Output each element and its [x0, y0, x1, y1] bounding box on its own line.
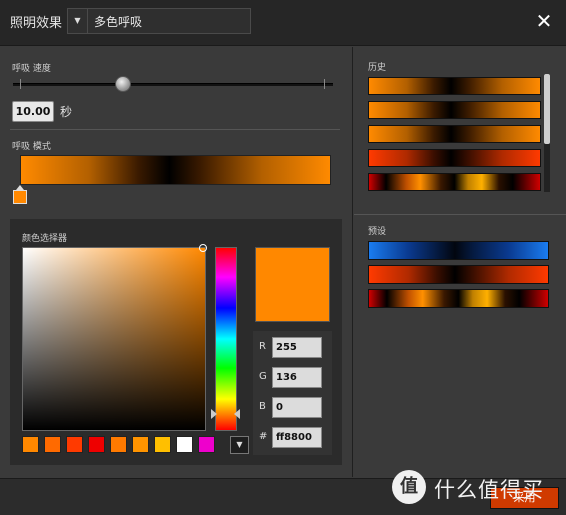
section-divider [354, 214, 566, 215]
color-swatch[interactable] [110, 436, 127, 453]
history-label: 历史 [368, 63, 387, 73]
watermark-logo-glyph: 值 [400, 476, 418, 497]
color-swatch[interactable] [154, 436, 171, 453]
pattern-gradient-bar[interactable] [20, 155, 331, 185]
color-swatch[interactable] [66, 436, 83, 453]
color-swatch[interactable] [88, 436, 105, 453]
hue-strip[interactable] [215, 247, 237, 431]
presets-label: 预设 [368, 227, 387, 237]
color-swatch[interactable] [176, 436, 193, 453]
header-bar: 照明效果 ▼ 多色呼吸 ✕ [0, 0, 566, 46]
history-scrollbar-thumb[interactable] [544, 74, 550, 144]
hue-handle-left-icon[interactable] [211, 409, 217, 419]
color-picker-panel: 颜色选择器 ▼ R 255 G 136 B 0 # ff8800 [10, 219, 342, 465]
window-title: 照明效果 [10, 16, 63, 31]
color-swatch[interactable] [132, 436, 149, 453]
green-label: G [259, 371, 267, 382]
history-scrollbar[interactable] [544, 74, 550, 192]
history-gradient-item[interactable] [368, 101, 541, 119]
speed-unit-label: 秒 [60, 105, 73, 119]
watermark-text: 什么值得买 [434, 478, 544, 502]
blue-input[interactable]: 0 [272, 397, 322, 418]
close-icon[interactable]: ✕ [531, 8, 557, 34]
history-gradient-item[interactable] [368, 173, 541, 191]
stop-color-box [13, 190, 27, 204]
preset-gradient-item[interactable] [368, 265, 549, 284]
color-swatch[interactable] [44, 436, 61, 453]
red-label: R [259, 341, 266, 352]
breathing-speed-label: 呼吸 速度 [12, 64, 51, 74]
rgb-input-panel: R 255 G 136 B 0 # ff8800 [253, 331, 332, 455]
red-input[interactable]: 255 [272, 337, 322, 358]
preset-gradient-item[interactable] [368, 289, 549, 308]
dropdown-arrow-icon[interactable]: ▼ [68, 9, 88, 33]
color-cursor-handle[interactable] [199, 244, 207, 252]
hex-input[interactable]: ff8800 [272, 427, 322, 448]
saturation-value-square[interactable] [22, 247, 206, 431]
color-swatch[interactable] [198, 436, 215, 453]
effect-mode-value: 多色呼吸 [94, 15, 143, 29]
preset-gradient-item[interactable] [368, 241, 549, 260]
speed-slider-track[interactable] [13, 83, 333, 86]
history-gradient-item[interactable] [368, 149, 541, 167]
history-gradient-item[interactable] [368, 125, 541, 143]
color-picker-label: 颜色选择器 [22, 234, 68, 244]
hex-label: # [259, 431, 268, 442]
watermark: 值 什么值得买 [392, 470, 562, 506]
section-divider [10, 129, 340, 130]
panel-divider [352, 47, 353, 477]
watermark-logo-icon: 值 [392, 470, 426, 504]
gradient-stop-marker[interactable] [13, 185, 27, 205]
history-gradient-item[interactable] [368, 77, 541, 95]
slider-min-tick [20, 79, 21, 89]
slider-max-tick [324, 79, 325, 89]
green-input[interactable]: 136 [272, 367, 322, 388]
breathing-pattern-label: 呼吸 模式 [12, 142, 51, 152]
swatch-row: ▼ [22, 436, 249, 454]
hue-handle-right-icon[interactable] [234, 409, 240, 419]
speed-value-input[interactable]: 10.00 [12, 101, 54, 122]
current-color-preview [255, 247, 330, 322]
left-panel: 呼吸 速度 10.00 秒 呼吸 模式 颜色选择器 ▼ R 255 G 136 … [0, 47, 352, 477]
effect-mode-dropdown[interactable]: ▼ 多色呼吸 [67, 8, 251, 34]
speed-slider-thumb[interactable] [115, 76, 132, 92]
more-swatches-dropdown-icon[interactable]: ▼ [230, 436, 249, 454]
blue-label: B [259, 401, 266, 412]
color-swatch[interactable] [22, 436, 39, 453]
